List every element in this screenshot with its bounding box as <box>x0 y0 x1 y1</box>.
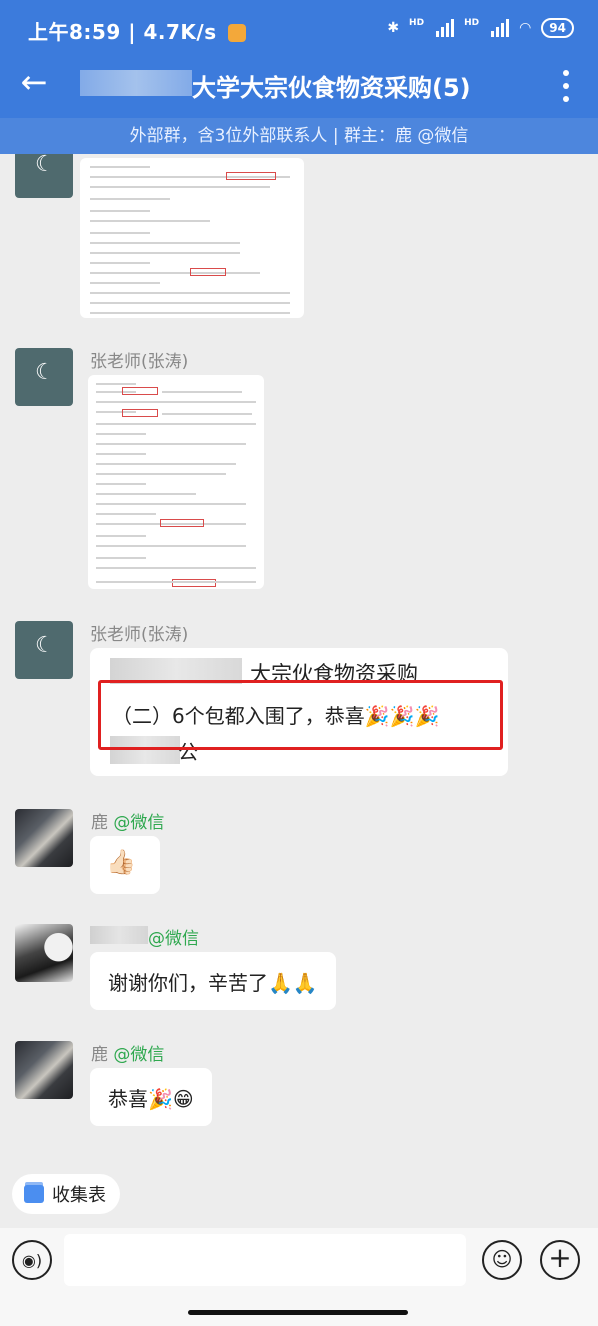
home-indicator <box>188 1310 408 1315</box>
status-left: 上午8:59 | 4.7K/s <box>28 16 247 45</box>
sender-name: 鹿 @微信 <box>91 1045 165 1065</box>
sender-name: @微信 <box>148 929 199 949</box>
group-subtitle[interactable]: 外部群，含3位外部联系人 | 群主：鹿 @微信 <box>0 118 598 154</box>
avatar[interactable] <box>15 154 73 198</box>
title-bar: 上午8:59 | 4.7K/s ✱ HD HD ◠ 94 ← 大学大宗伙食物资采… <box>0 0 598 118</box>
bluetooth-icon: ✱ <box>387 20 400 36</box>
form-icon <box>24 1185 44 1203</box>
text-message[interactable]: 👍🏻 <box>90 836 160 894</box>
text-message[interactable]: 谢谢你们，辛苦了🙏🙏 <box>90 952 336 1010</box>
signal-icon <box>436 19 455 37</box>
status-bar: 上午8:59 | 4.7K/s ✱ HD HD ◠ 94 <box>0 0 598 56</box>
sender-name: 张老师(张涛) <box>90 625 189 645</box>
sender-redaction <box>90 926 148 944</box>
chat-title: 大学大宗伙食物资采购(5) <box>192 74 471 102</box>
wifi-icon: ◠ <box>519 20 532 36</box>
image-message[interactable] <box>80 158 304 318</box>
notification-icon <box>228 24 247 42</box>
signal-icon-2 <box>491 19 510 37</box>
chat-area[interactable]: 张老师(张涛) 张老师(张涛) 大宗伙食物资采购 （二）6个包都入围了，恭喜� <box>0 154 598 1154</box>
status-right: ✱ HD HD ◠ 94 <box>387 18 574 38</box>
status-time: 上午8:59 <box>28 20 121 44</box>
more-vertical-icon[interactable] <box>556 66 576 106</box>
input-bar: ◉) ☺ + <box>0 1228 598 1326</box>
title-row: ← 大学大宗伙食物资采购(5) <box>0 56 598 118</box>
avatar[interactable] <box>15 924 73 982</box>
plus-icon[interactable]: + <box>540 1240 580 1280</box>
avatar[interactable] <box>15 1041 73 1099</box>
hd-label-2: HD <box>464 18 480 28</box>
avatar[interactable] <box>15 621 73 679</box>
voice-icon[interactable]: ◉) <box>12 1240 52 1280</box>
collect-form-button[interactable]: 收集表 <box>12 1174 120 1214</box>
avatar[interactable] <box>15 809 73 867</box>
back-arrow-icon[interactable]: ← <box>14 64 54 104</box>
text-message[interactable]: 恭喜🎉😁 <box>90 1068 212 1126</box>
network-speed: 4.7K/s <box>143 20 217 44</box>
emoji-icon[interactable]: ☺ <box>482 1240 522 1280</box>
avatar[interactable] <box>15 348 73 406</box>
sender-name: 张老师(张涛) <box>90 352 189 372</box>
battery-indicator: 94 <box>541 18 574 38</box>
image-message[interactable] <box>88 375 264 589</box>
hd-label-1: HD <box>409 18 425 28</box>
collect-form-label: 收集表 <box>52 1185 106 1206</box>
message-input[interactable] <box>64 1234 466 1286</box>
highlight-box <box>98 680 503 750</box>
sender-name: 鹿 @微信 <box>91 813 165 833</box>
